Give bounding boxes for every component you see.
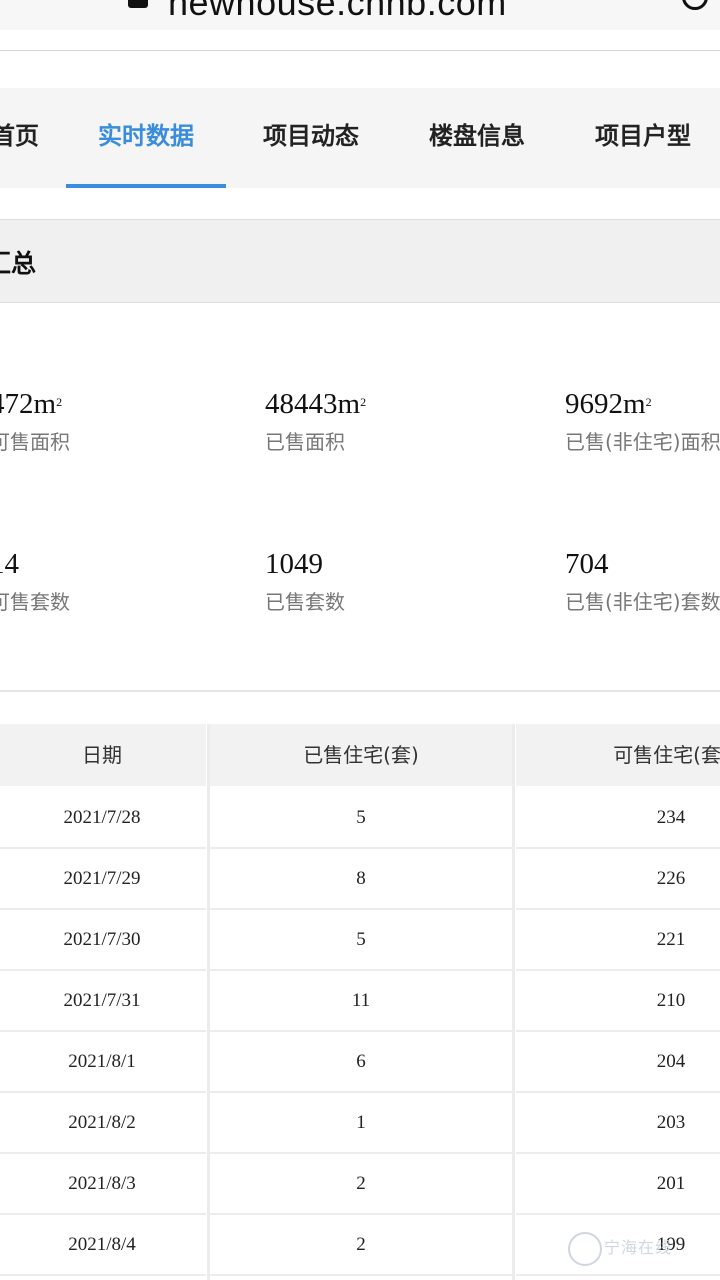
section-title: 汇总 (0, 249, 37, 278)
tab-project-news[interactable]: 项目动态 (236, 88, 386, 188)
cell-date: 2021/8/2 (0, 1093, 206, 1154)
cell-date: 2021/8/4 (0, 1215, 206, 1276)
cell-sold: 2 (210, 1215, 512, 1276)
sales-table: 日期 已售住宅(套) 可售住宅(套) 2021/7/28 5 234 2021/… (0, 724, 720, 1280)
cell-available: 234 (516, 788, 720, 849)
column-header-date: 日期 (0, 724, 206, 786)
cell-sold: 8 (210, 849, 512, 910)
table-row: 2021/7/31 11 210 (0, 971, 720, 1032)
divider (0, 50, 720, 51)
stat-label: 已售面积 (265, 430, 345, 454)
column-header-available: 可售住宅(套) (516, 724, 720, 786)
cell-available: 204 (516, 1032, 720, 1093)
cell-date: 2021/8/1 (0, 1032, 206, 1093)
browser-url-bar[interactable]: newhouse.cnnb.com (0, 0, 720, 30)
tab-bar: 首页 实时数据 项目动态 楼盘信息 项目户型 (0, 88, 720, 188)
divider (0, 690, 720, 692)
url-text[interactable]: newhouse.cnnb.com (168, 0, 507, 24)
cell-date: 2021/8/3 (0, 1154, 206, 1215)
summary-header: 汇总 (0, 219, 720, 303)
lock-icon (128, 0, 148, 8)
tab-property-info[interactable]: 楼盘信息 (402, 88, 552, 188)
stat-available-area: 472m2 可售面积 (0, 386, 70, 455)
stat-sold-area: 48443m2 已售面积 (265, 386, 366, 455)
cell-available: 201 (516, 1154, 720, 1215)
stat-label: 已售套数 (265, 590, 345, 614)
cell-date: 2021/7/28 (0, 788, 206, 849)
cell-available: 226 (516, 849, 720, 910)
table-row: 2021/7/29 8 226 (0, 849, 720, 910)
table-header-row: 日期 已售住宅(套) 可售住宅(套) (0, 724, 720, 786)
stat-sold-nonresidential-area: 9692m2 已售(非住宅)面积 (565, 386, 720, 455)
table-row: 2021/8/2 1 203 (0, 1093, 720, 1154)
stat-label: 可售面积 (0, 430, 70, 454)
cell-available: 203 (516, 1093, 720, 1154)
stat-label: 可售套数 (0, 590, 70, 614)
cell-date: 2021/7/30 (0, 910, 206, 971)
tab-home[interactable]: 首页 (0, 88, 54, 188)
stat-value: 472m2 (0, 388, 63, 420)
stat-sold-units: 1049 已售套数 (265, 546, 345, 615)
watermark-text: 宁海在线 (604, 1238, 673, 1257)
stat-value: 1049 (265, 548, 323, 580)
stat-value: 14 (0, 548, 19, 580)
stat-value: 48443m2 (265, 388, 367, 420)
table-row: 2021/8/3 2 201 (0, 1154, 720, 1215)
stat-label: 已售(非住宅)套数 (565, 590, 720, 614)
cell-available: 221 (516, 910, 720, 971)
table-row: 2021/7/30 5 221 (0, 910, 720, 971)
cell-sold: 11 (210, 971, 512, 1032)
cell-sold: 6 (210, 1032, 512, 1093)
stat-available-units: 14 可售套数 (0, 546, 70, 615)
table-row: 2021/8/1 6 204 (0, 1032, 720, 1093)
stat-sold-nonresidential-units: 704 已售(非住宅)套数 (565, 546, 720, 615)
cell-sold: 5 (210, 910, 512, 971)
cell-date: 2021/7/31 (0, 971, 206, 1032)
table-row: 2021/7/28 5 234 (0, 788, 720, 849)
cell-date: 2021/7/29 (0, 849, 206, 910)
column-header-sold: 已售住宅(套) (210, 724, 512, 786)
watermark-logo-icon (568, 1232, 602, 1266)
stat-label: 已售(非住宅)面积 (565, 430, 720, 454)
tab-floor-plans[interactable]: 项目户型 (568, 88, 718, 188)
reload-icon[interactable] (682, 0, 708, 10)
tab-realtime-data[interactable]: 实时数据 (66, 88, 226, 188)
cell-available: 210 (516, 971, 720, 1032)
cell-sold: 1 (210, 1093, 512, 1154)
stat-value: 9692m2 (565, 388, 652, 420)
cell-sold: 5 (210, 788, 512, 849)
stat-value: 704 (565, 548, 609, 580)
cell-sold: 2 (210, 1154, 512, 1215)
